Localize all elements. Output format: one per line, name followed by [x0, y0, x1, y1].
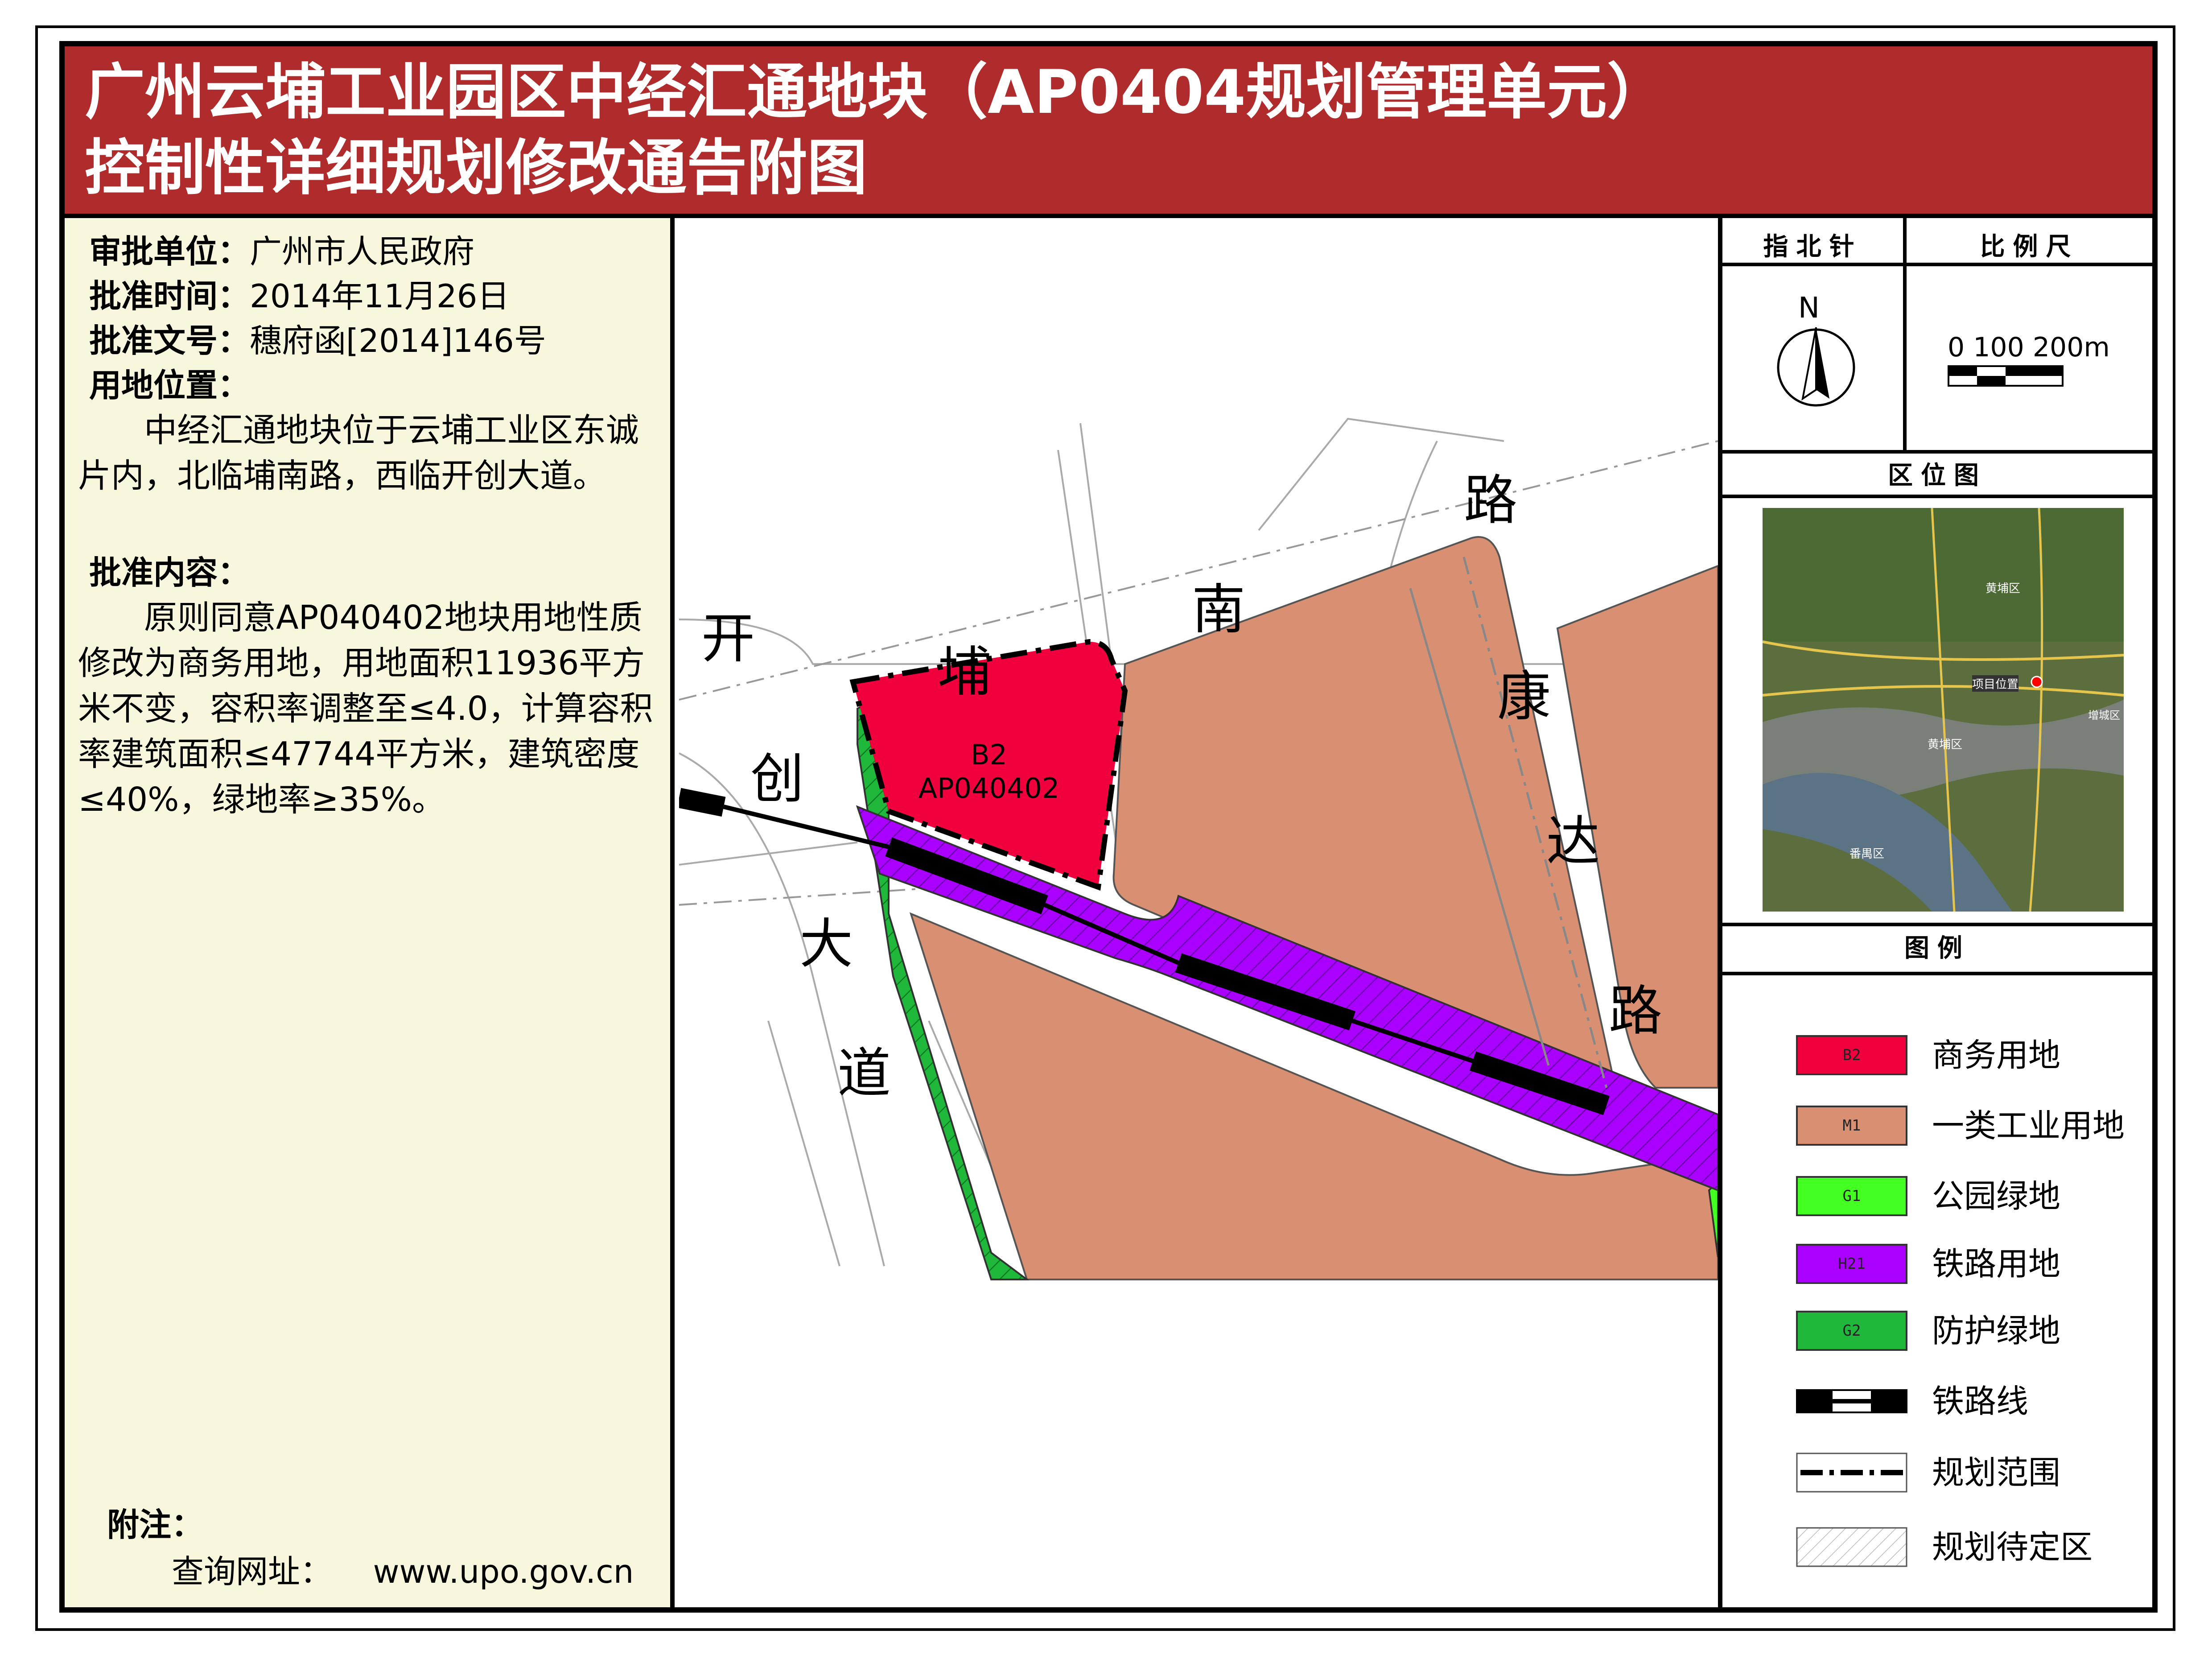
- doc-row: 批准文号：穗府函[2014]146号: [89, 318, 546, 363]
- road-label-east-3: 路: [1609, 980, 1662, 1042]
- road-label-east-2: 达: [1546, 811, 1600, 873]
- legend-swatch: B2: [1796, 1035, 1907, 1075]
- north-arrow-icon: [1777, 327, 1855, 407]
- legend-swatch: G2: [1796, 1311, 1907, 1351]
- legend-label: 公园绿地: [1932, 1177, 2061, 1215]
- legend-header: 图例: [1904, 934, 1970, 963]
- content-label: 批准内容：: [89, 554, 250, 591]
- road-label-north-3: 路: [1464, 470, 1517, 532]
- north-letter: N: [1798, 292, 1820, 325]
- railway-line-icon: [1796, 1389, 1907, 1413]
- pending-zone-icon: [1796, 1527, 1907, 1567]
- legend-label: 铁路用地: [1932, 1245, 2061, 1283]
- legend-label: 防护绿地: [1932, 1312, 2061, 1349]
- scale-header: 比例尺: [1980, 232, 2079, 261]
- loc-label-project: 项目位置: [1972, 675, 2019, 692]
- title-line-1: 广州云埔工业园区中经汇通地块（AP0404规划管理单元）: [85, 57, 1668, 127]
- road-label-west-1: 开: [701, 608, 755, 670]
- legend-swatch: G1: [1796, 1176, 1907, 1216]
- road-label-north-1: 埔: [938, 641, 991, 703]
- content-text: 原则同意AP040402地块用地性质修改为商务用地，用地面积11936平方米不变…: [78, 598, 653, 819]
- approver-row: 审批单位：广州市人民政府: [89, 229, 474, 274]
- title-bar: 广州云埔工业园区中经汇通地块（AP0404规划管理单元） 控制性详细规划修改通告…: [65, 46, 2152, 218]
- date-row: 批准时间：2014年11月26日: [89, 274, 510, 318]
- location-map-header: 区位图: [1888, 461, 1987, 490]
- legend-label: 一类工业用地: [1932, 1107, 2125, 1144]
- parcel-id-label: AP040402: [919, 772, 1059, 805]
- parcel-code-label: B2: [971, 739, 1007, 771]
- road-label-east-1: 康: [1497, 666, 1551, 728]
- legend-panel: 指北针 比例尺 N 0 100 200m 区位图 黄埔区 项目位置 增城区 黄埔…: [1718, 218, 2152, 1607]
- loc-label-zengcheng: 增城区: [2088, 709, 2120, 722]
- legend-swatch: M1: [1796, 1106, 1907, 1146]
- location-label: 用地位置：: [89, 367, 250, 404]
- doc-value: 穗府函[2014]146号: [250, 322, 546, 359]
- url-label: 查询网址：: [172, 1553, 333, 1590]
- road-label-west-2: 创: [750, 748, 804, 810]
- date-value: 2014年11月26日: [250, 277, 510, 315]
- road-label-north-2: 南: [1192, 579, 1245, 641]
- legend-label: 规划范围: [1932, 1454, 2061, 1491]
- loc-label-panyu: 番禺区: [1850, 847, 1885, 861]
- title-line-2: 控制性详细规划修改通告附图: [85, 133, 867, 203]
- note-label: 附注：: [107, 1506, 204, 1543]
- legend-label: 规划待定区: [1932, 1528, 2093, 1566]
- road-label-west-3: 大: [799, 913, 853, 975]
- info-panel: 审批单位：广州市人民政府 批准时间：2014年11月26日 批准文号：穗府函[2…: [65, 218, 675, 1607]
- legend-label: 商务用地: [1932, 1036, 2061, 1074]
- approver-label: 审批单位：: [89, 233, 250, 270]
- location-text: 中经汇通地块位于云埔工业区东诚片内，北临埔南路，西临开创大道。: [78, 411, 639, 495]
- planning-map: B2 AP040402 开 创 大 道 埔 南 路 康 达 路: [679, 218, 1718, 1607]
- date-label: 批准时间：: [89, 277, 250, 315]
- location-map-image: 黄埔区 项目位置 增城区 黄埔区 番禺区: [1763, 508, 2124, 912]
- scale-text: 0 100 200m: [1948, 332, 2110, 363]
- url-value[interactable]: www.upo.gov.cn: [373, 1553, 634, 1590]
- north-arrow-header: 指北针: [1763, 232, 1862, 261]
- approver-value: 广州市人民政府: [250, 233, 475, 270]
- boundary-line-icon: [1796, 1453, 1907, 1493]
- road-label-west-4: 道: [837, 1043, 891, 1105]
- legend-swatch: H21: [1796, 1244, 1907, 1284]
- scale-bar-icon: [1948, 365, 2064, 387]
- url-row: 查询网址： www.upo.gov.cn: [172, 1549, 634, 1594]
- legend-label: 铁路线: [1932, 1382, 2029, 1420]
- doc-label: 批准文号：: [89, 322, 250, 359]
- loc-label-huangpu-south: 黄埔区: [1928, 738, 1963, 751]
- loc-label-huangpu-north: 黄埔区: [1985, 582, 2021, 595]
